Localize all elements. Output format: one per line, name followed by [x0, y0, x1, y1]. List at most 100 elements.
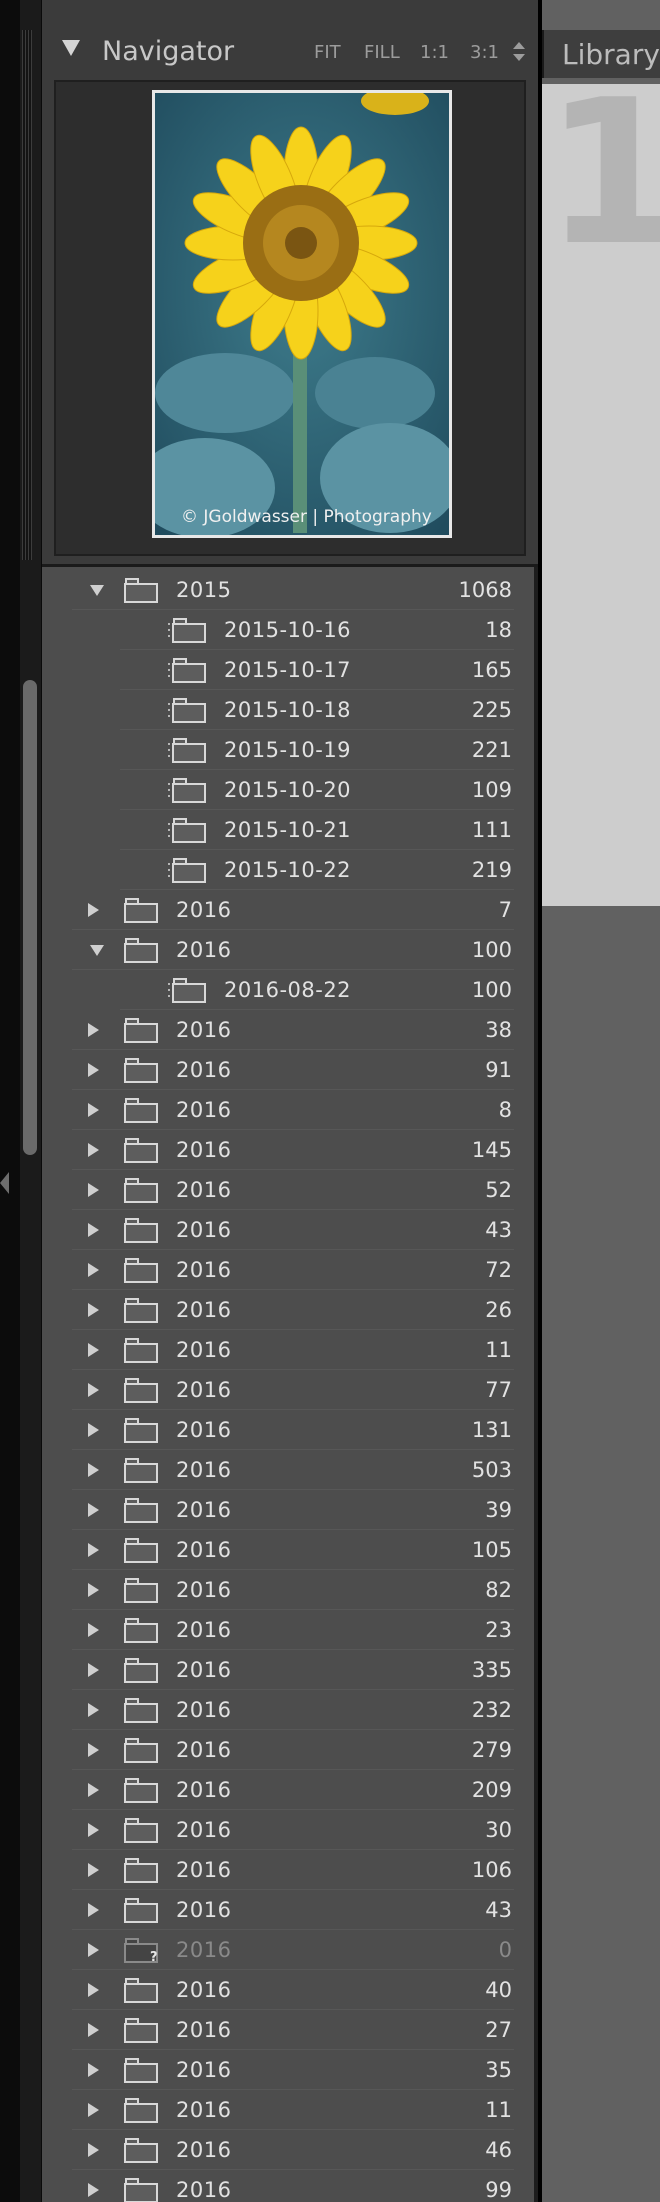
folder-row[interactable]: 2016 7 — [42, 890, 538, 930]
folder-row[interactable]: 2016 72 — [42, 1250, 538, 1290]
folder-row[interactable]: 2016 40 — [42, 1970, 538, 2010]
disclosure-collapsed-icon[interactable] — [88, 1783, 99, 1797]
folder-row[interactable]: 2016 105 — [42, 1530, 538, 1570]
left-panel-edge[interactable] — [0, 0, 20, 2202]
subfolder-row[interactable]: 2015-10-16 18 — [42, 610, 538, 650]
disclosure-expanded-icon[interactable] — [90, 585, 104, 596]
folder-icon — [124, 1338, 160, 1364]
disclosure-collapsed-icon[interactable] — [88, 2023, 99, 2037]
folder-row[interactable]: 2016 39 — [42, 1490, 538, 1530]
disclosure-collapsed-icon[interactable] — [88, 1863, 99, 1877]
disclosure-collapsed-icon[interactable] — [88, 1183, 99, 1197]
folder-row[interactable]: 2016 11 — [42, 2090, 538, 2130]
folder-row[interactable]: 2016 52 — [42, 1170, 538, 1210]
folder-row[interactable]: 2015 1068 — [42, 570, 538, 610]
disclosure-collapsed-icon[interactable] — [88, 1583, 99, 1597]
folder-row[interactable]: 2016 100 — [42, 930, 538, 970]
disclosure-collapsed-icon[interactable] — [88, 2063, 99, 2077]
folder-row[interactable]: 2016 38 — [42, 1010, 538, 1050]
subfolder-row[interactable]: 2015-10-21 111 — [42, 810, 538, 850]
folder-row[interactable]: 2016 209 — [42, 1770, 538, 1810]
disclosure-collapsed-icon[interactable] — [88, 1503, 99, 1517]
folder-row[interactable]: 2016 11 — [42, 1330, 538, 1370]
folder-name: 2016 — [176, 2138, 232, 2162]
folder-row[interactable]: 2016 82 — [42, 1570, 538, 1610]
disclosure-collapsed-icon[interactable] — [88, 903, 99, 917]
disclosure-collapsed-icon[interactable] — [88, 2103, 99, 2117]
folder-list: 2015 1068 2015-10-16 18 2015-10-17 165 2015-10… — [42, 570, 538, 2202]
folder-row[interactable]: 2016 77 — [42, 1370, 538, 1410]
folder-icon — [124, 1458, 160, 1484]
folder-row[interactable]: 2016 46 — [42, 2130, 538, 2170]
disclosure-collapsed-icon[interactable] — [88, 1143, 99, 1157]
zoom-stepper-icon[interactable] — [512, 42, 526, 64]
folder-icon — [124, 1058, 160, 1084]
zoom-fill[interactable]: FILL — [364, 42, 400, 63]
collapse-left-panel-icon[interactable] — [0, 1172, 9, 1194]
scrollbar-thumb[interactable] — [23, 680, 37, 1155]
folder-row[interactable]: 2016 91 — [42, 1050, 538, 1090]
photo-count: 26 — [485, 1298, 512, 1322]
folder-icon — [124, 938, 160, 964]
folder-name: 2016 — [176, 1738, 232, 1762]
disclosure-collapsed-icon[interactable] — [88, 1303, 99, 1317]
disclosure-collapsed-icon[interactable] — [88, 1703, 99, 1717]
folder-row[interactable]: 2016 30 — [42, 1810, 538, 1850]
folder-name: 2016 — [176, 1258, 232, 1282]
folder-row[interactable]: 2016 503 — [42, 1450, 538, 1490]
subfolder-row[interactable]: 2015-10-20 109 — [42, 770, 538, 810]
folder-row[interactable]: 2016 43 — [42, 1890, 538, 1930]
disclosure-collapsed-icon[interactable] — [88, 1903, 99, 1917]
folder-row[interactable]: 2016 8 — [42, 1090, 538, 1130]
subfolder-row[interactable]: 2016-08-22 100 — [42, 970, 538, 1010]
subfolder-row[interactable]: 2015-10-19 221 — [42, 730, 538, 770]
disclosure-collapsed-icon[interactable] — [88, 1743, 99, 1757]
folder-row[interactable]: ? 2016 0 — [42, 1930, 538, 1970]
disclosure-collapsed-icon[interactable] — [88, 1063, 99, 1077]
subfolder-row[interactable]: 2015-10-22 219 — [42, 850, 538, 890]
disclosure-collapsed-icon[interactable] — [88, 1663, 99, 1677]
disclosure-collapsed-icon[interactable] — [88, 1543, 99, 1557]
folder-row[interactable]: 2016 43 — [42, 1210, 538, 1250]
folder-row[interactable]: 2016 145 — [42, 1130, 538, 1170]
subfolder-row[interactable]: 2015-10-18 225 — [42, 690, 538, 730]
collapse-triangle-icon[interactable] — [62, 40, 80, 56]
folder-row[interactable]: 2016 279 — [42, 1730, 538, 1770]
disclosure-collapsed-icon[interactable] — [88, 1103, 99, 1117]
disclosure-collapsed-icon[interactable] — [88, 1983, 99, 1997]
disclosure-collapsed-icon[interactable] — [88, 2143, 99, 2157]
disclosure-collapsed-icon[interactable] — [88, 1263, 99, 1277]
folder-row[interactable]: 2016 26 — [42, 1290, 538, 1330]
disclosure-collapsed-icon[interactable] — [88, 1023, 99, 1037]
folder-row[interactable]: 2016 35 — [42, 2050, 538, 2090]
zoom-fit[interactable]: FIT — [314, 42, 341, 63]
sunflower-preview-image[interactable]: © JGoldwasser | Photography — [152, 90, 452, 538]
disclosure-collapsed-icon[interactable] — [88, 1823, 99, 1837]
folder-row[interactable]: 2016 99 — [42, 2170, 538, 2202]
folder-row[interactable]: 2016 106 — [42, 1850, 538, 1890]
disclosure-collapsed-icon[interactable] — [88, 1423, 99, 1437]
disclosure-collapsed-icon[interactable] — [88, 1463, 99, 1477]
disclosure-collapsed-icon[interactable] — [88, 1343, 99, 1357]
grid-view-cell[interactable]: 1 — [542, 74, 660, 906]
subfolder-row[interactable]: 2015-10-17 165 — [42, 650, 538, 690]
zoom-3-1[interactable]: 3:1 — [470, 42, 499, 63]
photo-count: 43 — [485, 1218, 512, 1242]
folder-name: 2015-10-22 — [224, 858, 352, 882]
disclosure-expanded-icon[interactable] — [90, 945, 104, 956]
folder-row[interactable]: 2016 131 — [42, 1410, 538, 1450]
navigator-header[interactable]: Navigator FIT FILL 1:1 3:1 — [42, 0, 538, 80]
zoom-1-1[interactable]: 1:1 — [420, 42, 449, 63]
disclosure-collapsed-icon[interactable] — [88, 2183, 99, 2197]
navigator-preview-area[interactable]: © JGoldwasser | Photography — [54, 80, 526, 556]
disclosure-collapsed-icon[interactable] — [88, 1223, 99, 1237]
folder-row[interactable]: 2016 27 — [42, 2010, 538, 2050]
folder-row[interactable]: 2016 232 — [42, 1690, 538, 1730]
folder-row[interactable]: 2016 23 — [42, 1610, 538, 1650]
disclosure-collapsed-icon[interactable] — [88, 1943, 99, 1957]
disclosure-collapsed-icon[interactable] — [88, 1383, 99, 1397]
folder-row[interactable]: 2016 335 — [42, 1650, 538, 1690]
disclosure-collapsed-icon[interactable] — [88, 1623, 99, 1637]
folder-icon — [124, 1018, 160, 1044]
folder-name: 2016 — [176, 1298, 232, 1322]
